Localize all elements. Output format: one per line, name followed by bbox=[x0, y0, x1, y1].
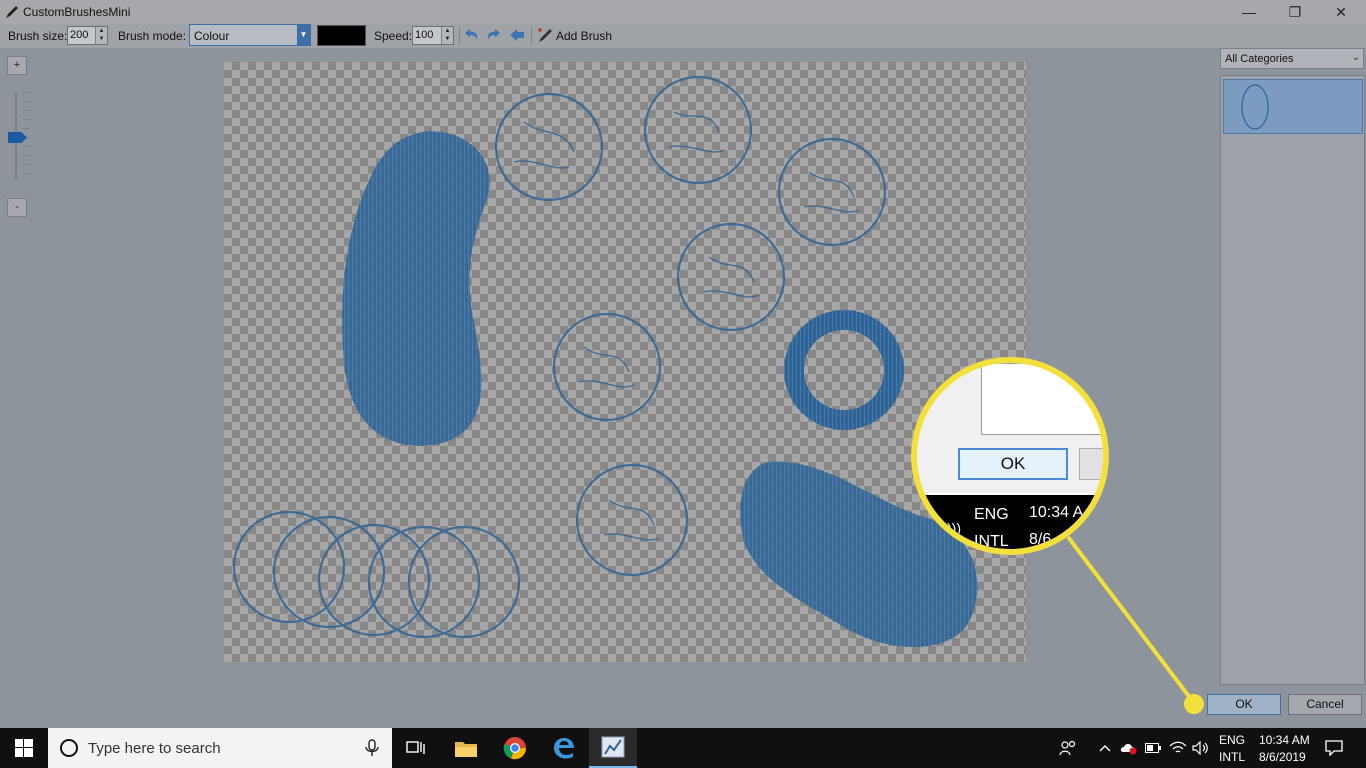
brush-thumbnail[interactable] bbox=[1223, 79, 1363, 134]
clock-time[interactable]: 10:34 AM bbox=[1259, 733, 1310, 747]
minimize-button[interactable]: — bbox=[1226, 0, 1272, 24]
chrome-icon[interactable] bbox=[491, 728, 539, 768]
clock-date[interactable]: 8/6/2019 bbox=[1259, 750, 1306, 764]
back-arrow-icon[interactable] bbox=[508, 27, 526, 43]
action-center-icon[interactable] bbox=[1322, 728, 1346, 768]
volume-icon[interactable] bbox=[1190, 728, 1212, 768]
task-view-icon[interactable] bbox=[392, 728, 440, 768]
language-top[interactable]: ENG bbox=[1219, 733, 1245, 747]
brush-size-value: 200 bbox=[70, 29, 89, 41]
toolbar-divider bbox=[459, 27, 460, 44]
redo-icon[interactable] bbox=[485, 27, 503, 43]
wifi-icon[interactable] bbox=[1167, 728, 1189, 768]
brush-size-spinner[interactable]: 200 ▲ ▼ bbox=[67, 26, 108, 45]
title-bar: CustomBrushesMini — ❐ ✕ bbox=[0, 0, 1366, 24]
cancel-button[interactable]: Cancel bbox=[1288, 694, 1362, 715]
windows-icon bbox=[15, 739, 33, 757]
window-title: CustomBrushesMini bbox=[23, 5, 131, 19]
colour-swatch[interactable] bbox=[317, 25, 366, 46]
speed-spinner[interactable]: 100 ▲ ▼ bbox=[412, 26, 454, 45]
cortana-icon bbox=[60, 739, 78, 757]
people-icon[interactable] bbox=[1055, 728, 1081, 768]
paint-net-icon[interactable] bbox=[589, 728, 637, 768]
file-explorer-icon[interactable] bbox=[442, 728, 490, 768]
callout-ok-button: OK bbox=[958, 448, 1068, 480]
add-brush-icon[interactable] bbox=[536, 27, 554, 43]
undo-icon[interactable] bbox=[462, 27, 480, 43]
brush-mode-value: Colour bbox=[194, 29, 230, 43]
drawing-canvas[interactable] bbox=[224, 62, 1026, 662]
onedrive-error-icon[interactable] bbox=[1118, 728, 1140, 768]
brush-size-arrows[interactable]: ▲ ▼ bbox=[95, 27, 107, 44]
category-value: All Categories bbox=[1225, 53, 1294, 65]
callout-time: 10:34 A bbox=[1029, 504, 1084, 521]
brush-mode-label: Brush mode: bbox=[118, 29, 187, 43]
brush-strokes bbox=[232, 75, 978, 647]
toolbar-divider bbox=[531, 27, 532, 44]
chevron-down-icon[interactable]: ⌄ bbox=[1352, 52, 1360, 63]
add-brush-button[interactable]: Add Brush bbox=[556, 29, 612, 43]
chevron-up-icon[interactable] bbox=[1095, 728, 1115, 768]
language-bottom[interactable]: INTL bbox=[1219, 750, 1245, 764]
close-button[interactable]: ✕ bbox=[1318, 0, 1364, 24]
maximize-button[interactable]: ❐ bbox=[1272, 0, 1318, 24]
ok-button[interactable]: OK bbox=[1207, 694, 1281, 715]
chevron-down-icon[interactable]: ▼ bbox=[297, 25, 310, 45]
speed-arrows[interactable]: ▲ ▼ bbox=[441, 27, 453, 44]
brush-app-icon bbox=[6, 6, 18, 18]
callout-volume-icon: ))) bbox=[947, 520, 961, 536]
zoom-callout: OK ))) ENG INTL 10:34 A 8/6 bbox=[911, 357, 1109, 555]
callout-lang-bottom: INTL bbox=[974, 533, 1009, 550]
category-select[interactable]: All Categories ⌄ bbox=[1220, 48, 1364, 69]
brush-list[interactable] bbox=[1220, 75, 1365, 685]
callout-date: 8/6 bbox=[1029, 531, 1052, 548]
edge-icon[interactable] bbox=[540, 728, 588, 768]
taskbar-search-box[interactable]: Type here to search bbox=[48, 728, 392, 768]
callout-dialog-panel bbox=[981, 363, 1103, 435]
speed-label: Speed: bbox=[374, 29, 413, 43]
callout-cancel-button bbox=[1079, 448, 1103, 480]
speed-value: 100 bbox=[415, 29, 434, 41]
microphone-icon[interactable] bbox=[364, 739, 380, 757]
brush-mode-select[interactable]: Colour ▼ bbox=[189, 24, 311, 46]
zoom-out-button[interactable]: - bbox=[7, 198, 27, 217]
battery-icon[interactable] bbox=[1143, 728, 1163, 768]
zoom-in-button[interactable]: + bbox=[7, 56, 27, 75]
start-button[interactable] bbox=[0, 728, 48, 768]
taskbar: Type here to search ENG INTL 10:34 AM 8/… bbox=[0, 728, 1366, 768]
search-placeholder: Type here to search bbox=[88, 740, 221, 757]
callout-lang-top: ENG bbox=[974, 506, 1009, 523]
brush-size-label: Brush size: bbox=[8, 29, 68, 43]
